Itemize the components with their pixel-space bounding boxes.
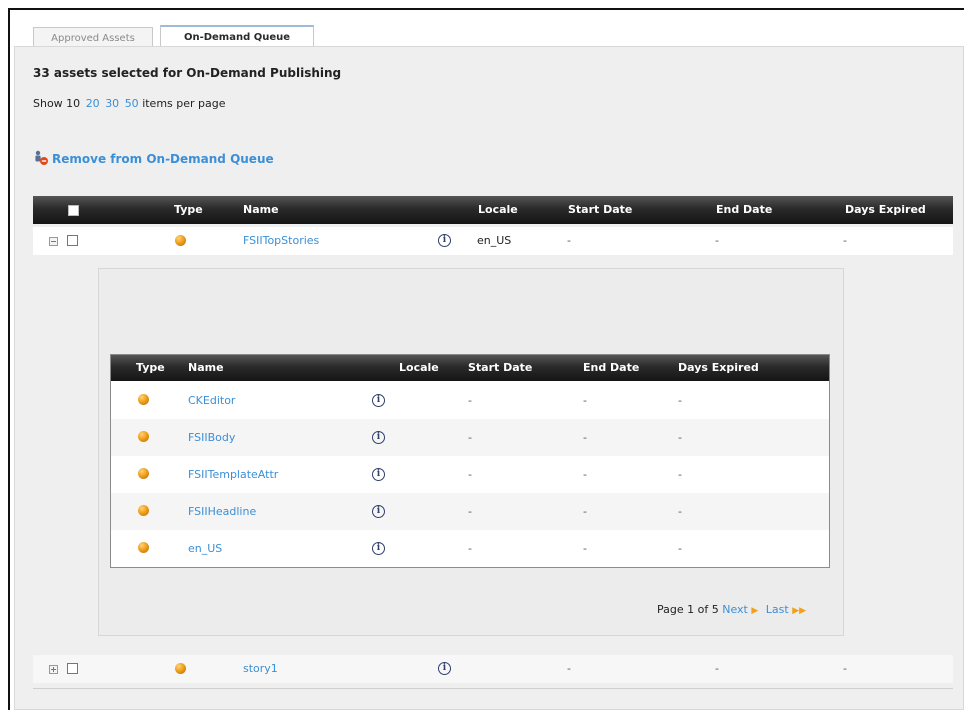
- next-page-link[interactable]: Next ▶: [722, 603, 758, 616]
- col-days-expired[interactable]: Days Expired: [845, 196, 926, 224]
- row-days-expired: -: [678, 505, 682, 518]
- list-item: FSIIHeadline i - - -: [111, 493, 829, 530]
- row-days-expired: -: [678, 542, 682, 555]
- list-item: FSIITemplateAttr i - - -: [111, 456, 829, 493]
- remove-person-icon: [33, 150, 49, 166]
- select-all-checkbox[interactable]: [68, 205, 79, 216]
- info-icon[interactable]: i: [372, 542, 385, 555]
- table-row: FSIITopStories i en_US - - -: [33, 227, 953, 255]
- row-locale: en_US: [477, 234, 512, 247]
- row-days-expired: -: [678, 394, 682, 407]
- asset-type-icon: [175, 663, 186, 674]
- row-end-date: -: [715, 662, 719, 675]
- row-start-date: -: [567, 234, 571, 247]
- asset-type-icon: [138, 542, 149, 553]
- inner-col-start-date[interactable]: Start Date: [468, 355, 532, 381]
- selection-summary: 33 assets selected for On-Demand Publish…: [33, 66, 342, 80]
- row-start-date: -: [468, 394, 472, 407]
- remove-label: Remove from On-Demand Queue: [52, 152, 274, 166]
- row-end-date: -: [583, 394, 587, 407]
- inner-col-type[interactable]: Type: [136, 355, 165, 381]
- row-days-expired: -: [678, 468, 682, 481]
- expand-toggle[interactable]: [49, 665, 58, 674]
- col-locale[interactable]: Locale: [478, 196, 518, 224]
- col-end-date[interactable]: End Date: [716, 196, 772, 224]
- inner-table-header: Type Name Locale Start Date End Date Day…: [111, 355, 829, 381]
- table-bottom-divider: [33, 688, 953, 689]
- row-days-expired: -: [843, 234, 847, 247]
- col-start-date[interactable]: Start Date: [568, 196, 632, 224]
- main-table-header: Type Name Locale Start Date End Date Day…: [33, 196, 953, 224]
- per-page-option-50[interactable]: 50: [125, 97, 139, 110]
- list-item: en_US i - - -: [111, 530, 829, 567]
- asset-type-icon: [175, 235, 186, 246]
- row-start-date: -: [567, 662, 571, 675]
- remove-from-queue-button[interactable]: Remove from On-Demand Queue: [33, 150, 274, 166]
- row-checkbox[interactable]: [67, 663, 78, 674]
- row-end-date: -: [583, 542, 587, 555]
- inner-col-end-date[interactable]: End Date: [583, 355, 639, 381]
- row-days-expired: -: [678, 431, 682, 444]
- asset-type-icon: [138, 505, 149, 516]
- items-per-page: Show 10 20 30 50 items per page: [33, 97, 226, 110]
- asset-name-link[interactable]: story1: [243, 655, 278, 683]
- row-end-date: -: [715, 234, 719, 247]
- row-checkbox[interactable]: [67, 235, 78, 246]
- asset-name-link[interactable]: CKEditor: [188, 382, 235, 419]
- row-end-date: -: [583, 505, 587, 518]
- asset-name-link[interactable]: FSIIBody: [188, 419, 235, 456]
- pagination: Page 1 of 5 Next ▶ Last ▶▶: [657, 603, 806, 616]
- inner-col-days-expired[interactable]: Days Expired: [678, 355, 759, 381]
- row-end-date: -: [583, 468, 587, 481]
- list-item: FSIIBody i - - -: [111, 419, 829, 456]
- row-start-date: -: [468, 468, 472, 481]
- row-days-expired: -: [843, 662, 847, 675]
- asset-name-link[interactable]: FSIITopStories: [243, 227, 319, 255]
- row-start-date: -: [468, 431, 472, 444]
- inner-table: Type Name Locale Start Date End Date Day…: [110, 354, 830, 568]
- last-page-link[interactable]: Last ▶▶: [766, 603, 806, 616]
- col-name[interactable]: Name: [243, 196, 279, 224]
- last-arrow-icon: ▶▶: [792, 606, 807, 616]
- per-page-option-30[interactable]: 30: [105, 97, 119, 110]
- asset-type-icon: [138, 394, 149, 405]
- per-page-option-20[interactable]: 20: [86, 97, 100, 110]
- table-row: story1 i - - -: [33, 655, 953, 683]
- next-arrow-icon: ▶: [751, 606, 759, 616]
- inner-col-name[interactable]: Name: [188, 355, 224, 381]
- asset-type-icon: [138, 431, 149, 442]
- per-page-prefix: Show 10: [33, 97, 81, 110]
- per-page-suffix: items per page: [142, 97, 226, 110]
- info-icon[interactable]: i: [372, 468, 385, 481]
- asset-name-link[interactable]: FSIIHeadline: [188, 493, 256, 530]
- inner-col-locale[interactable]: Locale: [399, 355, 439, 381]
- info-icon[interactable]: i: [438, 662, 451, 675]
- info-icon[interactable]: i: [438, 234, 451, 247]
- asset-name-link[interactable]: FSIITemplateAttr: [188, 456, 278, 493]
- asset-type-icon: [138, 468, 149, 479]
- collapse-toggle[interactable]: [49, 237, 58, 246]
- col-type[interactable]: Type: [174, 196, 203, 224]
- page-indicator: Page 1 of 5: [657, 603, 719, 616]
- row-end-date: -: [583, 431, 587, 444]
- info-icon[interactable]: i: [372, 394, 385, 407]
- info-icon[interactable]: i: [372, 431, 385, 444]
- list-item: CKEditor i - - -: [111, 382, 829, 419]
- row-start-date: -: [468, 542, 472, 555]
- next-label: Next: [722, 603, 748, 616]
- info-icon[interactable]: i: [372, 505, 385, 518]
- last-label: Last: [765, 603, 789, 616]
- asset-name-link[interactable]: en_US: [188, 530, 222, 567]
- row-start-date: -: [468, 505, 472, 518]
